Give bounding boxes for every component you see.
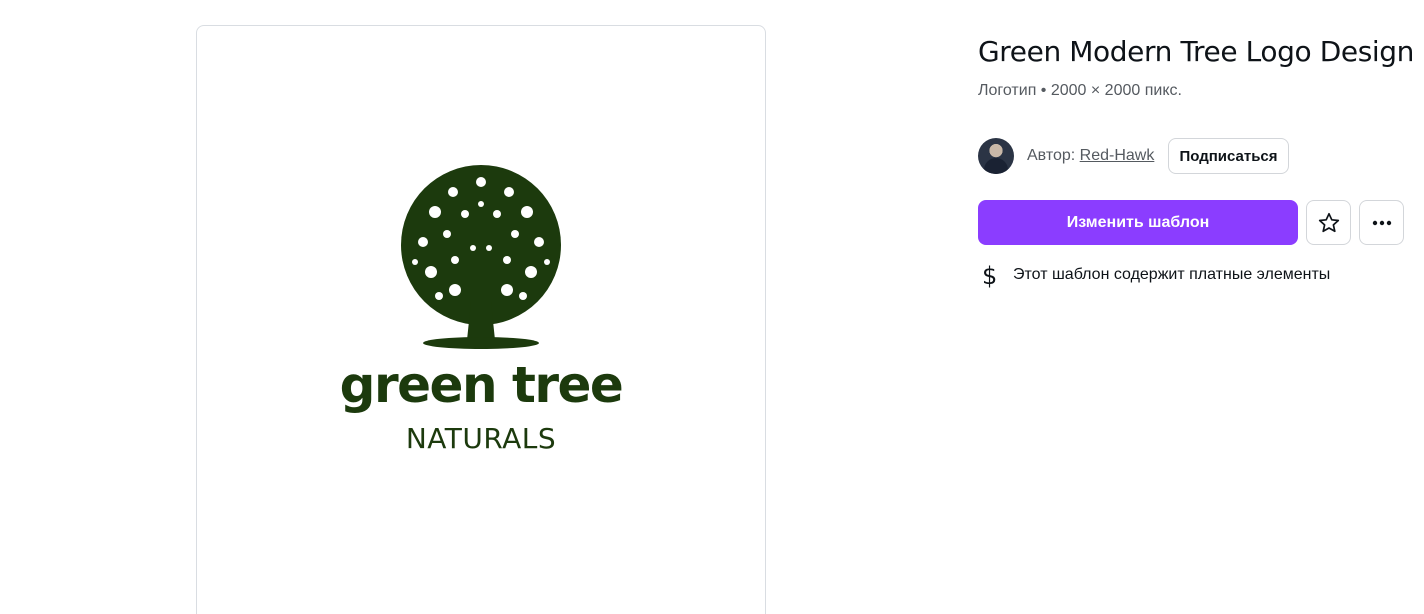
paid-notice-text: Этот шаблон содержит платные элементы (1013, 266, 1331, 283)
favorite-button[interactable] (1306, 200, 1351, 245)
template-preview[interactable]: green tree NATURALS (196, 25, 766, 614)
author-link[interactable]: Red-Hawk (1080, 147, 1155, 164)
author-row: Автор: Red-Hawk Подписаться (978, 138, 1418, 174)
more-options-button[interactable] (1359, 200, 1404, 245)
author-avatar[interactable] (978, 138, 1014, 174)
edit-template-button[interactable]: Изменить шаблон (978, 200, 1298, 245)
dollar-icon: $ (982, 262, 998, 290)
logo-title: green tree (339, 356, 624, 414)
template-page: green tree NATURALS Green Modern Tree Lo… (0, 0, 1424, 614)
template-title: Green Modern Tree Logo Design (978, 35, 1415, 68)
tree-logo-icon (401, 165, 561, 349)
author-label: Автор: Red-Hawk (1027, 147, 1154, 165)
follow-button[interactable]: Подписаться (1168, 138, 1289, 174)
more-icon (1372, 220, 1391, 225)
star-icon (1318, 212, 1339, 232)
paid-elements-notice: $ Этот шаблон содержит платные элементы (978, 262, 1418, 290)
template-meta: Логотип • 2000 × 2000 пикс. (978, 82, 1182, 99)
action-row: Изменить шаблон (978, 200, 1418, 245)
author-prefix: Автор: (1027, 147, 1080, 164)
logo-subtitle: NATURALS (405, 422, 557, 455)
